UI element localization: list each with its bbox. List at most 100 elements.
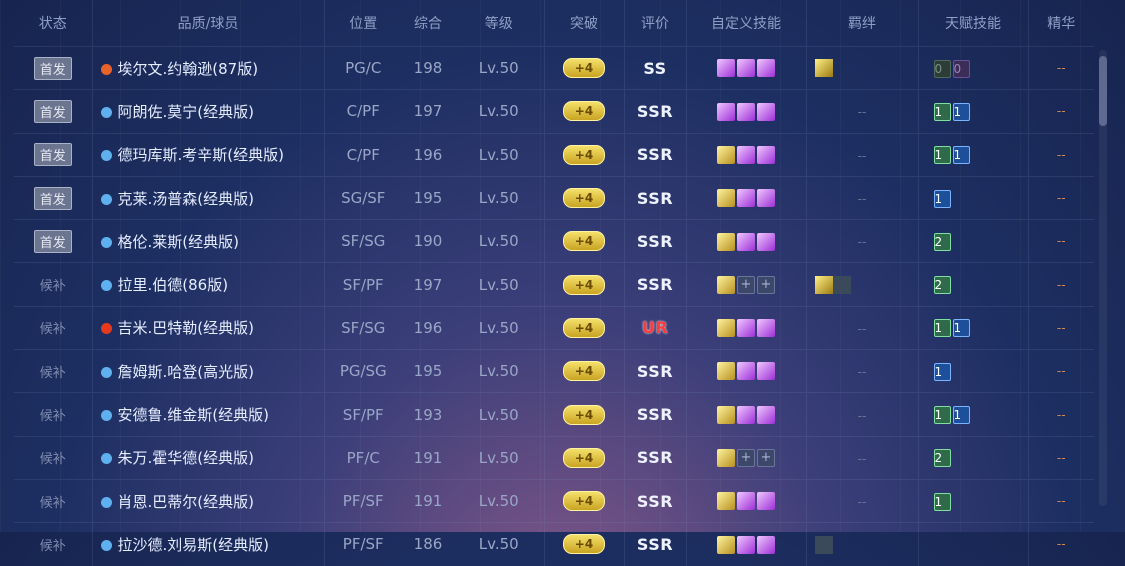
- skill-icon[interactable]: [757, 535, 775, 554]
- level-cell: Lv.50: [454, 132, 545, 177]
- bond-icon[interactable]: [814, 275, 833, 294]
- player-cell[interactable]: 埃尔文.约翰逊(87版): [92, 45, 325, 90]
- breakthrough-badge: +4: [563, 274, 605, 295]
- bond-empty: --: [857, 408, 867, 423]
- table-row[interactable]: 候补 吉米.巴特勒(经典版) SF/SG 196 Lv.50 +4 UR -- 1 1 --: [14, 305, 1094, 350]
- bond-icon[interactable]: [814, 59, 833, 78]
- talent-level-badge: 0: [933, 59, 951, 78]
- skill-icon[interactable]: [757, 405, 775, 424]
- table-row[interactable]: 候补 拉里.伯德(86版) SF/PF 197 Lv.50 +4 SSR + +2 --: [14, 262, 1094, 307]
- breakthrough-cell: +4: [544, 392, 625, 437]
- quality-dot-icon: [100, 366, 112, 378]
- skill-icon[interactable]: [757, 319, 775, 338]
- skill-icon[interactable]: [737, 232, 755, 251]
- skill-icon[interactable]: [737, 492, 755, 511]
- custom-skills-cell: [686, 305, 807, 350]
- quality-dot-icon: [100, 236, 112, 248]
- skill-icon[interactable]: [717, 492, 735, 511]
- player-cell[interactable]: 肖恩.巴蒂尔(经典版): [92, 478, 325, 523]
- skill-icon[interactable]: [717, 275, 735, 294]
- player-cell[interactable]: 吉米.巴特勒(经典版): [92, 305, 325, 350]
- breakthrough-cell: +4: [544, 478, 625, 523]
- rating-cell: SSR: [624, 219, 687, 263]
- skill-icon[interactable]: [757, 102, 775, 121]
- table-row[interactable]: 首发 埃尔文.约翰逊(87版) PG/C 198 Lv.50 +4 SS 0 0 --: [14, 45, 1094, 90]
- player-cell[interactable]: 拉里.伯德(86版): [92, 262, 325, 307]
- custom-skills-cell: [686, 392, 807, 437]
- skill-icon[interactable]: [737, 189, 755, 208]
- table-row[interactable]: 候补 詹姆斯.哈登(高光版) PG/SG 195 Lv.50 +4 SSR -- 1 --: [14, 349, 1094, 393]
- skill-icon[interactable]: [717, 362, 735, 381]
- skill-icon[interactable]: [717, 449, 735, 468]
- table-row[interactable]: 首发 德玛库斯.考辛斯(经典版) C/PF 196 Lv.50 +4 SSR -- 1 1 --: [14, 132, 1094, 177]
- bond-cell: --: [806, 305, 919, 350]
- talent-level-badge: 1: [933, 362, 951, 381]
- player-cell[interactable]: 格伦.莱斯(经典版): [92, 219, 325, 263]
- level-cell: Lv.50: [454, 392, 545, 437]
- empty-skill-slot-icon[interactable]: +: [757, 449, 775, 468]
- skill-icon[interactable]: [737, 319, 755, 338]
- player-cell[interactable]: 克莱.汤普森(经典版): [92, 175, 325, 220]
- skill-icon[interactable]: [717, 189, 735, 208]
- empty-skill-slot-icon[interactable]: +: [737, 275, 755, 294]
- bond-cell: [806, 522, 919, 566]
- status-cell: 候补: [14, 305, 93, 350]
- skill-icon[interactable]: [757, 145, 775, 164]
- skill-icon[interactable]: [737, 405, 755, 424]
- skill-icon[interactable]: [717, 319, 735, 338]
- skill-icon[interactable]: [717, 59, 735, 78]
- overall-cell: 195: [402, 349, 454, 393]
- table-row[interactable]: 候补 安德鲁.维金斯(经典版) SF/PF 193 Lv.50 +4 SSR -- 1 1 --: [14, 392, 1094, 437]
- table-row[interactable]: 候补 朱万.霍华德(经典版) PF/C 191 Lv.50 +4 SSR + + -- 2 --: [14, 435, 1094, 480]
- player-cell[interactable]: 朱万.霍华德(经典版): [92, 435, 325, 480]
- scrollbar-thumb[interactable]: [1099, 56, 1107, 126]
- talent-cell: 2: [918, 262, 1029, 307]
- player-cell[interactable]: 拉沙德.刘易斯(经典版): [92, 522, 325, 566]
- bond-icon[interactable]: [814, 535, 833, 554]
- skill-icon[interactable]: [737, 102, 755, 121]
- header-status: 状态: [14, 0, 93, 47]
- talent-cell: 1: [918, 478, 1029, 523]
- skill-icon[interactable]: [717, 102, 735, 121]
- quality-dot-icon: [100, 410, 112, 422]
- table-row[interactable]: 候补 拉沙德.刘易斯(经典版) PF/SF 186 Lv.50 +4 SSR --: [14, 522, 1094, 566]
- skill-icon[interactable]: [757, 362, 775, 381]
- table-row[interactable]: 候补 肖恩.巴蒂尔(经典版) PF/SF 191 Lv.50 +4 SSR -- 1 --: [14, 478, 1094, 523]
- skill-icon[interactable]: [737, 59, 755, 78]
- skill-icon[interactable]: [737, 535, 755, 554]
- skill-icon[interactable]: [757, 492, 775, 511]
- rating-cell: UR: [624, 305, 687, 350]
- skill-icon[interactable]: [717, 405, 735, 424]
- rating-badge: SSR: [636, 405, 674, 425]
- player-cell[interactable]: 安德鲁.维金斯(经典版): [92, 392, 325, 437]
- player-cell[interactable]: 詹姆斯.哈登(高光版): [92, 349, 325, 393]
- rating-cell: SSR: [624, 175, 687, 220]
- table-row[interactable]: 首发 阿朗佐.莫宁(经典版) C/PF 197 Lv.50 +4 SSR -- 1 1 --: [14, 89, 1094, 134]
- custom-skills-cell: [686, 349, 807, 393]
- quality-dot-icon: [100, 539, 112, 551]
- breakthrough-badge: +4: [563, 58, 605, 79]
- header-breakthrough: 突破: [544, 0, 625, 47]
- empty-skill-slot-icon[interactable]: +: [737, 449, 755, 468]
- skill-icon[interactable]: [737, 362, 755, 381]
- status-cell: 候补: [14, 435, 93, 480]
- bond-icon[interactable]: [832, 275, 851, 294]
- position-cell: C/PF: [324, 89, 402, 134]
- player-cell[interactable]: 阿朗佐.莫宁(经典版): [92, 89, 325, 134]
- table-row[interactable]: 首发 格伦.莱斯(经典版) SF/SG 190 Lv.50 +4 SSR -- 2 --: [14, 219, 1094, 263]
- scrollbar[interactable]: [1099, 50, 1107, 506]
- skill-icon[interactable]: [717, 535, 735, 554]
- player-cell[interactable]: 德玛库斯.考辛斯(经典版): [92, 132, 325, 177]
- player-name: 吉米.巴特勒(经典版): [117, 319, 254, 338]
- skill-icon[interactable]: [757, 232, 775, 251]
- table-row[interactable]: 首发 克莱.汤普森(经典版) SG/SF 195 Lv.50 +4 SSR -- 1 --: [14, 175, 1094, 220]
- skill-icon[interactable]: [717, 145, 735, 164]
- level-cell: Lv.50: [454, 262, 545, 307]
- skill-icon[interactable]: [737, 145, 755, 164]
- essence-cell: --: [1028, 392, 1094, 437]
- skill-icon[interactable]: [757, 189, 775, 208]
- skill-icon[interactable]: [717, 232, 735, 251]
- player-name: 朱万.霍华德(经典版): [117, 449, 254, 468]
- skill-icon[interactable]: [757, 59, 775, 78]
- empty-skill-slot-icon[interactable]: +: [757, 275, 775, 294]
